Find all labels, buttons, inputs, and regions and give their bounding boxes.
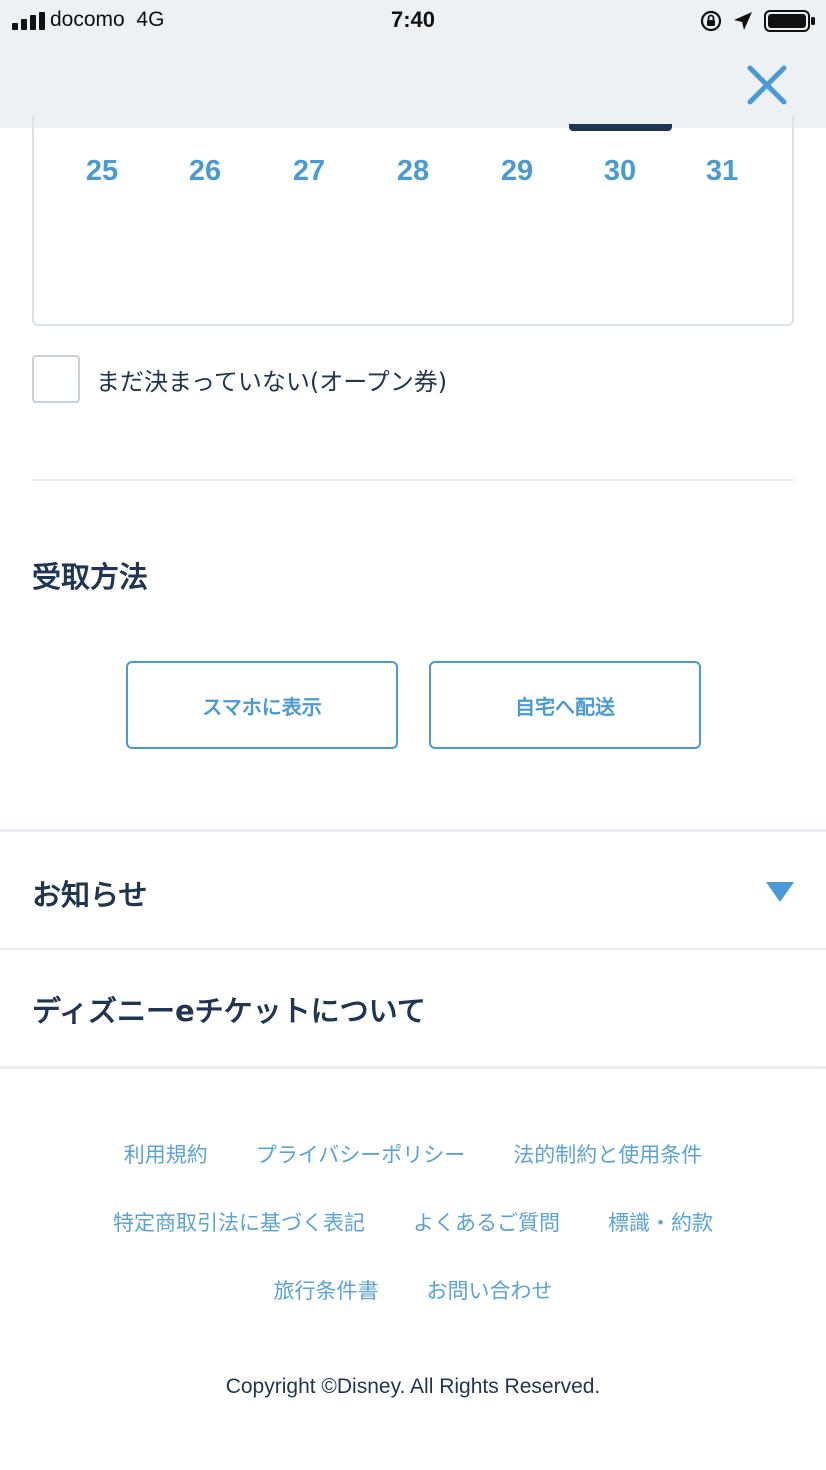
status-bar: docomo 4G 7:40	[0, 0, 826, 42]
footer-link-commerce-law[interactable]: 特定商取引法に基づく表記	[113, 1207, 365, 1237]
status-icons	[700, 9, 816, 33]
footer-links-row-2: 特定商取引法に基づく表記 よくあるご質問 標識・約款	[0, 1207, 826, 1237]
about-eticket-link[interactable]: ディズニーeチケットについて	[0, 950, 826, 1068]
divider	[0, 1066, 826, 1069]
footer-link-faq[interactable]: よくあるご質問	[413, 1207, 560, 1237]
calendar-day[interactable]: 31	[682, 155, 762, 188]
calendar-day[interactable]: 29	[477, 155, 557, 188]
footer-link-privacy[interactable]: プライバシーポリシー	[256, 1139, 466, 1169]
receive-method-title: 受取方法	[32, 560, 149, 594]
close-icon[interactable]	[744, 62, 790, 108]
footer-links-row-3: 旅行条件書 お問い合わせ	[0, 1275, 826, 1305]
footer-link-legal[interactable]: 法的制約と使用条件	[513, 1139, 702, 1169]
open-ticket-checkbox[interactable]	[32, 355, 80, 403]
divider	[32, 479, 794, 481]
calendar	[32, 115, 794, 326]
location-arrow-icon	[734, 12, 752, 30]
footer-link-travel-conditions[interactable]: 旅行条件書	[274, 1275, 379, 1305]
calendar-day[interactable]: 28	[373, 155, 453, 188]
notice-accordion[interactable]: お知らせ	[0, 832, 826, 950]
home-delivery-button[interactable]: 自宅へ配送	[429, 661, 701, 749]
calendar-day[interactable]: 26	[165, 155, 245, 188]
copyright: Copyright ©Disney. All Rights Reserved.	[225, 1375, 601, 1398]
about-eticket-title: ディズニーeチケットについて	[32, 994, 426, 1028]
battery-icon	[764, 10, 815, 32]
footer-link-signs-terms[interactable]: 標識・約款	[608, 1207, 713, 1237]
footer-link-contact[interactable]: お問い合わせ	[427, 1275, 553, 1305]
open-ticket-label: まだ決まっていない(オープン券)	[96, 368, 448, 396]
calendar-day[interactable]: 27	[269, 155, 349, 188]
caret-down-icon	[766, 882, 794, 902]
selected-day-indicator	[569, 124, 672, 131]
show-on-phone-button[interactable]: スマホに表示	[126, 661, 398, 749]
notice-title: お知らせ	[32, 878, 148, 912]
calendar-day[interactable]: 25	[62, 155, 142, 188]
calendar-day-selected[interactable]: 30	[580, 155, 660, 188]
footer-links-row-1: 利用規約 プライバシーポリシー 法的制約と使用条件	[0, 1139, 826, 1169]
footer-link-terms[interactable]: 利用規約	[124, 1139, 208, 1169]
orientation-lock-icon	[700, 10, 722, 32]
